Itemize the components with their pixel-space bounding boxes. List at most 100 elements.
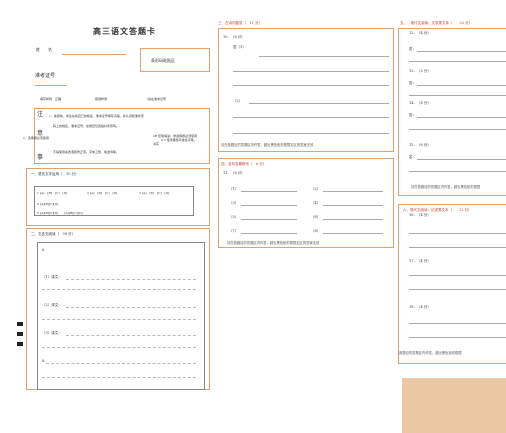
q13-label: 13．（5 分） xyxy=(409,69,431,73)
section-3-footer: 请在各题目的答题区内作答，超出黑色矩形框限定区的答案无效 xyxy=(221,143,314,147)
answer-line[interactable] xyxy=(66,279,196,280)
answer-line[interactable] xyxy=(409,171,506,172)
answer-line[interactable] xyxy=(249,103,389,104)
answer-line[interactable] xyxy=(409,233,506,234)
section-4-title: 四、名句名篇默写（ 6 分） xyxy=(221,162,267,166)
section-5-footer: 请在各题目的答题区内作答，超出黑色矩形框限 xyxy=(411,185,481,189)
alignment-mark xyxy=(17,332,23,336)
choice-row-3[interactable]: 3 [A] [B] [C] [D] xyxy=(139,191,169,196)
notes-title-3: 事 xyxy=(37,154,44,161)
q10-part-2: （2） xyxy=(233,99,243,103)
alignment-mark xyxy=(17,322,23,326)
name-label: 姓 名 xyxy=(36,47,52,52)
answer-line[interactable] xyxy=(66,335,196,336)
choice-row-5[interactable]: 5 [A][B][C][D] [A][B][C][D] xyxy=(37,211,83,216)
answer-line[interactable] xyxy=(409,61,506,62)
answer-line[interactable] xyxy=(259,56,389,57)
answer-line[interactable] xyxy=(409,129,506,130)
fill-sample-correct: 填写样例 正确 xyxy=(40,97,62,101)
q16-label: 16．（4 分） xyxy=(409,213,431,217)
answer-line[interactable] xyxy=(409,323,506,324)
answer-line[interactable] xyxy=(42,377,196,378)
answer-line[interactable] xyxy=(409,247,506,248)
section-1-box: 一、语言文字运用（ 10 分） 1 [A] [B] [C] [D] 2 [A] … xyxy=(26,168,210,226)
q12-label: 12．（4 分） xyxy=(409,31,431,35)
answer-line[interactable] xyxy=(233,133,389,134)
notes-box: 注 意 事 1、答题前，考生先将自己的姓名、准考证号填写清楚，并认真核准条形 码… xyxy=(23,108,210,164)
blank-label: （4） xyxy=(311,201,321,205)
fill-sample-wrong: 错误样例 xyxy=(95,97,108,101)
note-2c: 0.5 毫米黑色字迹签字笔。 xyxy=(161,138,197,142)
blank-label: （3） xyxy=(229,201,239,205)
answer-line[interactable] xyxy=(409,275,506,276)
blank-line[interactable] xyxy=(323,191,383,192)
q10-part-1: 答（1） xyxy=(233,45,246,49)
answer-line[interactable] xyxy=(42,319,196,320)
blank-label: （1） xyxy=(229,187,239,191)
blank-line[interactable] xyxy=(323,219,383,220)
answer-line[interactable] xyxy=(417,117,506,118)
q13-answer-label: 答： xyxy=(409,81,416,85)
note-1b: 码上的姓名、准考证号，在规定位置贴好条形码。 xyxy=(53,124,120,128)
q12-answer-label: 答： xyxy=(409,47,416,51)
translation-2-label: （2）译文： xyxy=(42,303,62,307)
blank-line[interactable] xyxy=(323,233,383,234)
section-2-answer-area[interactable]: 6. （1）译文： （2）译文： （3）译文： 8. xyxy=(37,242,205,390)
answer-line[interactable] xyxy=(66,307,196,308)
section-3-box: 10．（6 分） 答（1） （2） 请在各题目的答题区内作答，超出黑色矩形框限定… xyxy=(218,28,394,152)
section-4-box: 四、名句名篇默写（ 6 分） 11．（6 分） （1） （2） （3） （4） … xyxy=(218,158,394,248)
section-4-footer: 请在各题目的答题区内作答，超出黑色矩形框限定区的答案无效 xyxy=(227,241,320,245)
answer-line[interactable] xyxy=(417,85,506,86)
q6-label: 6. xyxy=(42,248,46,252)
blank-label: （7） xyxy=(229,229,239,233)
section-6-footer: 各题目的答题区内作答，超出黑色矩形框限 xyxy=(399,351,462,355)
q14-label: 14．（6 分） xyxy=(409,101,431,105)
answer-line[interactable] xyxy=(409,95,506,96)
answer-line[interactable] xyxy=(417,51,506,52)
note-3: 不得使用涂改液和修正带。字体工整，笔迹清晰。 xyxy=(53,150,120,154)
blank-label: （8） xyxy=(311,229,321,233)
translation-1-label: （1）译文： xyxy=(42,275,62,279)
page-title: 高三语文答题卡 xyxy=(93,26,156,36)
q11-label: 11．（6 分） xyxy=(223,171,245,175)
answer-line[interactable] xyxy=(42,289,196,290)
answer-line[interactable] xyxy=(409,289,506,290)
answer-line[interactable] xyxy=(409,337,506,338)
choice-row-2[interactable]: 2 [A] [B] [C] [D] xyxy=(87,191,117,196)
note-2: 2、选择题必须使用 xyxy=(23,136,49,140)
answer-line[interactable] xyxy=(233,71,389,72)
section-1-title: 一、语言文字运用（ 10 分） xyxy=(31,172,79,176)
notes-title-1: 注 xyxy=(37,111,44,118)
answer-line[interactable] xyxy=(233,85,389,86)
q15-label: 15．（6 分） xyxy=(409,143,431,147)
blank-line[interactable] xyxy=(323,205,383,206)
answer-line[interactable] xyxy=(46,363,196,364)
exam-no-label: 准考证号 xyxy=(35,73,56,79)
q14-answer-label: 答： xyxy=(409,113,416,117)
choice-row-1[interactable]: 1 [A] [B] [C] [D] xyxy=(37,191,67,196)
barcode-label: 条形码粘贴区 xyxy=(151,58,175,63)
blank-line[interactable] xyxy=(241,205,297,206)
alignment-mark xyxy=(17,342,23,346)
choice-grid: 1 [A] [B] [C] [D] 2 [A] [B] [C] [D] 3 [A… xyxy=(34,186,194,216)
blank-line[interactable] xyxy=(241,233,297,234)
shaded-block xyxy=(402,378,506,433)
answer-line[interactable] xyxy=(417,159,506,160)
blank-label: （5） xyxy=(229,215,239,219)
section-3-title: 三、古诗词鉴赏（ 11 分） xyxy=(218,21,263,25)
choice-row-4[interactable]: 4 [A][B][C][D] xyxy=(37,202,58,207)
note-1: 1、答题前，考生先将自己的姓名、准考证号填写清楚，并认真核准条形 xyxy=(49,114,144,118)
note-2d: 书写 xyxy=(153,142,160,146)
answer-line[interactable] xyxy=(233,117,389,118)
translation-3-label: （3）译文： xyxy=(42,331,62,335)
q17-label: 17．（4 分） xyxy=(409,259,431,263)
q18-label: 18．（4 分） xyxy=(409,305,431,309)
blank-label: （6） xyxy=(311,215,321,219)
section-6-box: 六、现代文阅读：论述类文本（ 12 分） 16．（4 分） 17．（4 分） 1… xyxy=(398,204,506,364)
name-field-line[interactable] xyxy=(62,54,126,55)
section-2-title: 二、文言文阅读（ 30 分） xyxy=(31,232,76,236)
blank-line[interactable] xyxy=(241,219,297,220)
blank-label: （2） xyxy=(311,187,321,191)
blank-line[interactable] xyxy=(241,191,297,192)
answer-line[interactable] xyxy=(42,347,196,348)
